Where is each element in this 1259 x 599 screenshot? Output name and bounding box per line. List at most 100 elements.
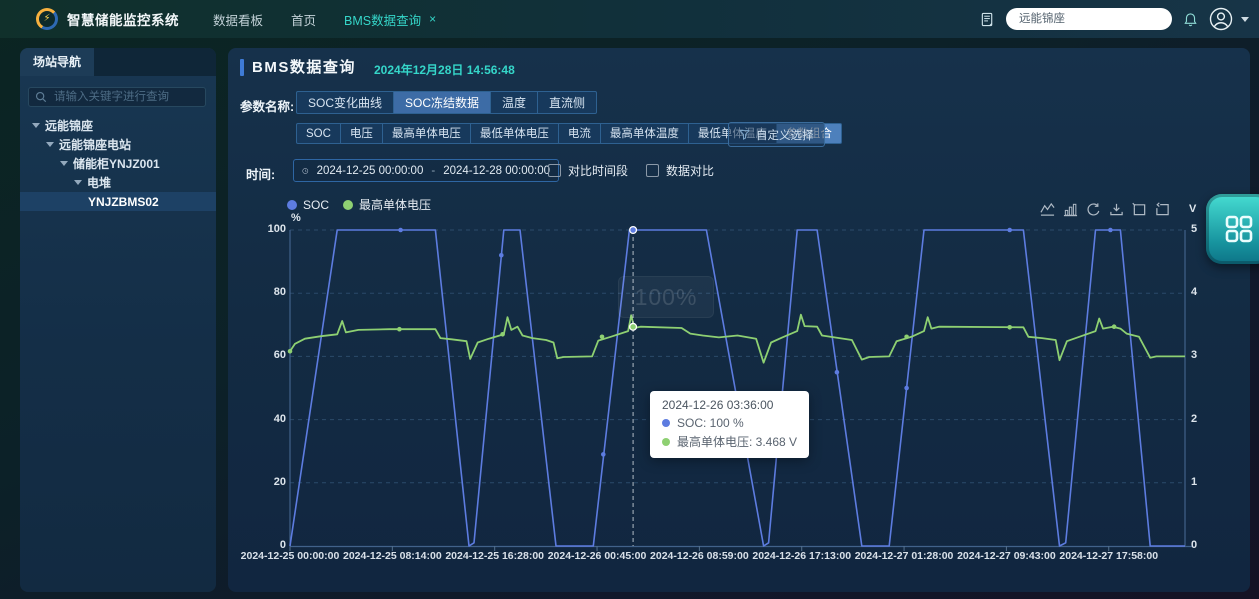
tab-close-icon[interactable]: × — [429, 12, 436, 26]
param-group-SOC变化曲线[interactable]: SOC变化曲线 — [296, 91, 394, 114]
app-logo-icon: ⚡ — [36, 8, 58, 30]
search-icon — [35, 91, 47, 103]
series-SOC — [290, 230, 1185, 546]
toolbar-restore-icon[interactable] — [1086, 202, 1101, 217]
app-title: 智慧储能监控系统 — [67, 9, 179, 29]
tooltip-row-SOC: SOC: 100 % — [662, 416, 797, 430]
tree-item-label: 远能锦座电站 — [59, 136, 131, 153]
tree-caret-icon[interactable] — [32, 123, 40, 128]
param-group-SOC冻结数据[interactable]: SOC冻结数据 — [393, 91, 491, 114]
param-group-tabs: SOC变化曲线SOC冻结数据温度直流侧 — [296, 91, 597, 114]
title-accent-bar — [240, 59, 244, 76]
param-group-温度[interactable]: 温度 — [490, 91, 538, 114]
sub-param-电压[interactable]: 电压 — [340, 123, 383, 144]
series-marker — [499, 253, 504, 258]
toolbar-bar-chart-icon[interactable] — [1063, 202, 1078, 217]
y-right-tick-label: 4 — [1191, 286, 1197, 298]
compare-period-checkbox[interactable]: 对比时间段 — [548, 162, 628, 179]
time-range-picker[interactable]: 2024-12-25 00:00:00 - 2024-12-28 00:00:0… — [293, 159, 559, 182]
top-bar: ⚡ 智慧储能监控系统 数据看板 首页 BMS数据查询 × 远能锦座 — [0, 0, 1259, 38]
app-logo-bolt: ⚡ — [39, 11, 55, 27]
toolbar-download-icon[interactable] — [1109, 202, 1124, 217]
tree-item-电堆[interactable]: 电堆 — [20, 173, 216, 192]
compare-period-checkbox-box[interactable] — [548, 164, 561, 177]
tooltip-row-最高单体电压: 最高单体电压: 3.468 V — [662, 433, 797, 450]
bms-data-query-page: { "topbar": { "app_title": "智慧储能监控系统", "… — [0, 0, 1259, 599]
series-marker — [398, 228, 403, 233]
user-menu-caret-icon[interactable] — [1241, 17, 1249, 22]
tooltip-row-text: SOC: 100 % — [677, 416, 744, 430]
param-name-label: 参数名称: — [240, 96, 294, 115]
sidebar-tabbar: 场站导航 — [20, 48, 216, 76]
crosshair-point-soc — [630, 227, 637, 234]
time-label: 时间: — [246, 164, 275, 183]
compare-data-checkbox-box[interactable] — [646, 164, 659, 177]
toolbar-data-zoom-icon[interactable] — [1132, 202, 1147, 217]
legend-label: SOC — [303, 198, 329, 212]
tree-caret-icon[interactable] — [60, 161, 68, 166]
tree-item-远能锦座电站[interactable]: 远能锦座电站 — [20, 135, 216, 154]
report-icon[interactable] — [980, 12, 995, 27]
series-最高单体电压 — [290, 315, 1185, 363]
tree-item-YNJZBMS02[interactable]: YNJZBMS02 — [20, 192, 216, 211]
toolbar-zoom-reset-icon[interactable] — [1155, 202, 1170, 217]
y-right-tick-label: 1 — [1191, 476, 1197, 488]
chart-legend: SOC 最高单体电压 — [287, 196, 431, 213]
tree-item-label: 储能柜YNJZ001 — [73, 155, 160, 172]
nav-item-0[interactable]: 数据看板 — [213, 10, 263, 29]
sub-param-最低单体电压[interactable]: 最低单体电压 — [470, 123, 559, 144]
sub-param-最高单体温度[interactable]: 最高单体温度 — [600, 123, 689, 144]
series-marker — [1108, 228, 1113, 233]
tree-item-储能柜YNJZ001[interactable]: 储能柜YNJZ001 — [20, 154, 216, 173]
x-tick-label: 2024-12-27 17:58:00 — [1043, 550, 1175, 562]
filter-funnel-icon — [739, 129, 750, 140]
grid-apps-icon — [1224, 214, 1254, 244]
current-datetime: 2024年12月28日 14:56:48 — [374, 61, 515, 78]
time-end-value[interactable]: 2024-12-28 00:00:00 — [443, 165, 550, 177]
series-marker — [500, 332, 505, 337]
floating-widgets-button[interactable] — [1206, 194, 1259, 264]
user-avatar-icon[interactable] — [1209, 7, 1233, 31]
station-tree: 远能锦座远能锦座电站储能柜YNJZ001电堆YNJZBMS02 — [20, 116, 216, 211]
tooltip-dot-icon — [662, 419, 670, 427]
y-left-tick-label: 20 — [252, 476, 286, 488]
tree-caret-icon[interactable] — [74, 180, 82, 185]
custom-select-button[interactable]: 自定义选择 — [728, 122, 825, 147]
legend-dot-icon — [343, 200, 353, 210]
tree-item-远能锦座[interactable]: 远能锦座 — [20, 116, 216, 135]
series-marker — [904, 386, 909, 391]
sub-param-电流[interactable]: 电流 — [558, 123, 601, 144]
y-right-tick-label: 3 — [1191, 349, 1197, 361]
y-right-tick-label: 5 — [1191, 223, 1197, 235]
series-marker — [835, 370, 840, 375]
series-marker — [397, 327, 402, 332]
sidebar-search-input[interactable] — [52, 90, 199, 104]
topbar-right: 远能锦座 — [980, 0, 1249, 38]
org-selector[interactable]: 远能锦座 — [1006, 8, 1172, 30]
nav-item-1[interactable]: 首页 — [291, 10, 316, 29]
legend-item-最高单体电压[interactable]: 最高单体电压 — [343, 196, 431, 213]
tab-bms-data-query[interactable]: BMS数据查询 × — [344, 10, 436, 29]
series-marker — [288, 349, 293, 354]
zoom-level-badge: 100% — [618, 276, 714, 318]
compare-data-checkbox[interactable]: 数据对比 — [646, 162, 714, 179]
y-left-unit: % — [291, 212, 301, 224]
sub-param-SOC[interactable]: SOC — [296, 123, 341, 144]
time-start-value[interactable]: 2024-12-25 00:00:00 — [317, 165, 424, 177]
series-marker — [904, 335, 909, 340]
top-nav: 数据看板 首页 — [213, 10, 316, 29]
param-group-直流侧[interactable]: 直流侧 — [537, 91, 597, 114]
chart-tooltip: 2024-12-26 03:36:00 SOC: 100 % 最高单体电压: 3.… — [650, 391, 809, 458]
chart-toolbar — [1040, 202, 1170, 217]
series-marker — [1007, 228, 1012, 233]
series-marker — [1112, 324, 1117, 329]
sub-param-最高单体电压[interactable]: 最高单体电压 — [382, 123, 471, 144]
time-separator: - — [431, 165, 435, 177]
bell-icon[interactable] — [1183, 12, 1198, 27]
tree-caret-icon[interactable] — [46, 142, 54, 147]
clock-icon — [302, 165, 309, 177]
tooltip-time: 2024-12-26 03:36:00 — [662, 398, 797, 412]
tab-station-navigation[interactable]: 场站导航 — [20, 48, 94, 76]
toolbar-line-chart-icon[interactable] — [1040, 202, 1055, 217]
legend-item-SOC[interactable]: SOC — [287, 198, 329, 212]
